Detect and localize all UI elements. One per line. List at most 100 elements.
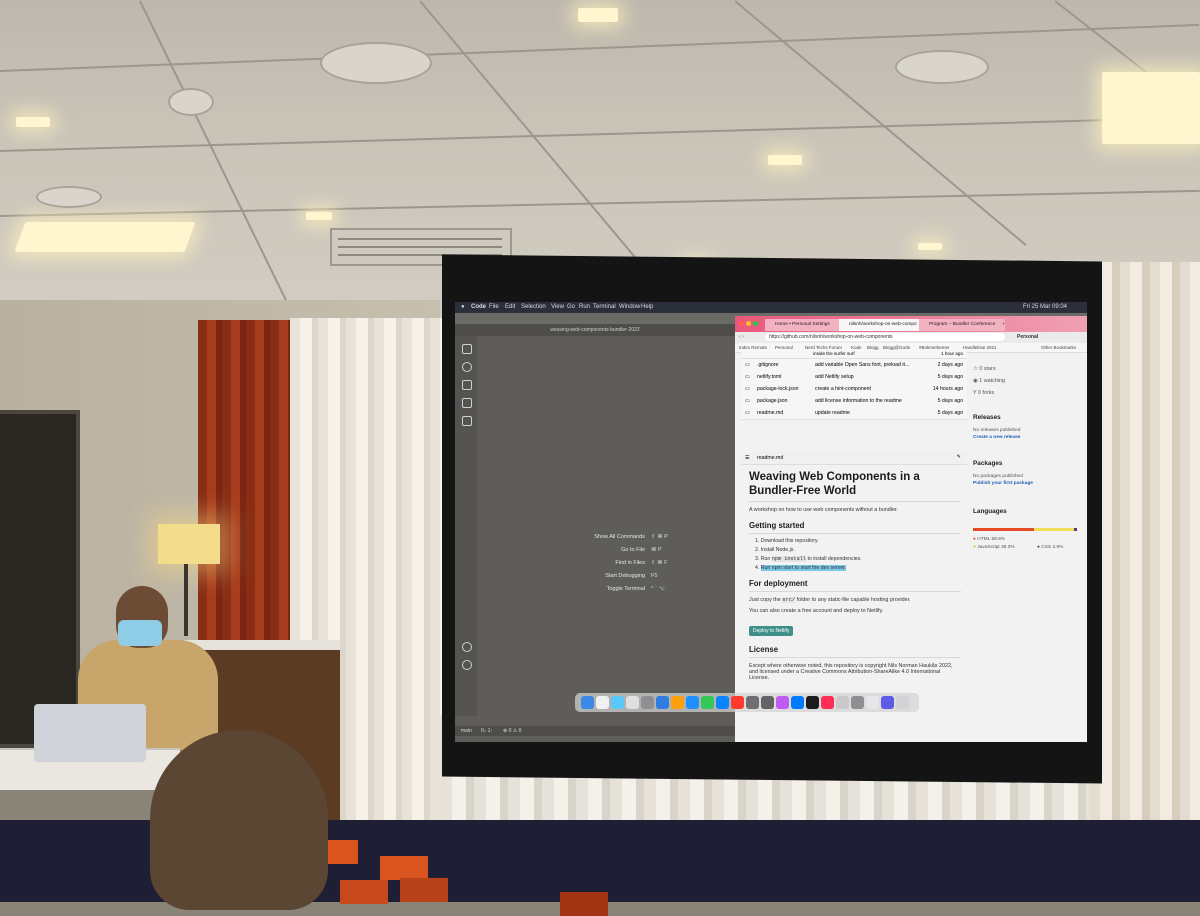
dock-app-icon[interactable] <box>686 696 699 709</box>
commit-message[interactable]: inside the surfer surf <box>813 351 855 356</box>
ceiling-light <box>768 155 802 165</box>
deploy-paragraph: Just copy the src/ folder to any static-… <box>749 597 911 603</box>
dock-app-icon[interactable] <box>791 696 804 709</box>
inline-code: npm install <box>771 556 806 562</box>
menubar-item[interactable]: Terminal <box>593 304 616 310</box>
dock-app-icon[interactable] <box>806 696 819 709</box>
menubar-item[interactable]: Selection <box>521 304 546 310</box>
menubar-item[interactable]: View <box>551 304 564 310</box>
watching-count[interactable]: ◉ 1 watching <box>973 378 1005 384</box>
extensions-icon[interactable] <box>462 416 472 426</box>
ceiling-speaker <box>895 50 989 84</box>
dock-app-icon[interactable] <box>626 696 639 709</box>
dock-app-icon[interactable] <box>581 696 594 709</box>
account-icon[interactable] <box>462 642 472 652</box>
bookmark-item[interactable]: Handleliste 2021 <box>963 345 997 350</box>
menubar-item[interactable]: Help <box>641 304 653 310</box>
shortcut-label[interactable]: Show All Commands <box>594 534 645 540</box>
menubar-item[interactable]: Edit <box>505 304 515 310</box>
dock-app-icon[interactable] <box>656 696 669 709</box>
shortcut-label[interactable]: Toggle Terminal <box>607 586 645 592</box>
dock-app-icon[interactable] <box>866 696 879 709</box>
door <box>0 410 80 748</box>
forks-count[interactable]: Y 0 forks <box>973 390 994 396</box>
dock-app-icon[interactable] <box>896 696 909 709</box>
maximize-window-icon[interactable] <box>753 321 758 326</box>
file-name[interactable]: netlify.toml <box>757 374 781 380</box>
lang-segment-css <box>1073 528 1077 531</box>
dock-app-icon[interactable] <box>611 696 624 709</box>
list-item: 1. Download this repository. <box>755 538 819 544</box>
edit-pencil-icon[interactable]: ✎ <box>957 454 961 460</box>
dock-app-icon[interactable] <box>596 696 609 709</box>
dock-app-icon[interactable] <box>731 696 744 709</box>
dock-app-icon[interactable] <box>671 696 684 709</box>
run-debug-icon[interactable] <box>462 398 472 408</box>
publish-package-link[interactable]: Publish your first package <box>973 481 1033 486</box>
close-window-icon[interactable] <box>739 321 744 326</box>
dock-app-icon[interactable] <box>761 696 774 709</box>
bookmark-item[interactable]: Index Remote <box>739 345 767 350</box>
dock-app-icon[interactable] <box>641 696 654 709</box>
browser-tab[interactable]: Program – Bundler Conference <box>919 319 1005 331</box>
readme-filename[interactable]: readme.md <box>757 455 783 461</box>
menubar-item[interactable]: Window <box>619 304 640 310</box>
file-name[interactable]: readme.md <box>757 410 783 416</box>
menubar-app[interactable]: Code <box>471 304 486 310</box>
file-name[interactable]: package.json <box>757 398 788 404</box>
bookmark-item[interactable]: Other Bookmarks <box>1041 345 1076 350</box>
dock-app-icon[interactable] <box>836 696 849 709</box>
menubar-item[interactable]: Go <box>567 304 575 310</box>
commit-message[interactable]: create a hint-component <box>815 386 871 392</box>
bookmark-item[interactable]: Kode <box>851 345 862 350</box>
file-name[interactable]: .gitignore <box>757 362 778 368</box>
browser-tab[interactable]: Home • Personal Settings <box>765 319 845 331</box>
explorer-icon[interactable] <box>462 344 472 354</box>
status-branch[interactable]: main <box>461 728 472 734</box>
commit-message[interactable]: add variable Open Sans font, preload it.… <box>815 362 909 368</box>
file-name[interactable]: package-lock.json <box>757 386 799 392</box>
status-problems[interactable]: ⊗ 0 ⚠ 0 <box>503 728 521 734</box>
bookmark-item[interactable]: Blogg <box>867 345 879 350</box>
packages-heading[interactable]: Packages <box>973 460 1003 467</box>
browser-tab-active[interactable]: nilsnh/workshop-on-web-compo <box>839 319 925 331</box>
shortcut-label[interactable]: Go to File <box>621 547 645 553</box>
bookmark-item[interactable]: Nerd Techs Forum <box>805 345 842 350</box>
dock-app-icon[interactable] <box>746 696 759 709</box>
dock-app-icon[interactable] <box>716 696 729 709</box>
shortcut-label[interactable]: Find in Files <box>615 560 645 566</box>
macos-dock <box>575 693 919 712</box>
deploy-to-netlify-button[interactable]: Deploy to Netlify <box>749 626 794 636</box>
stars-count[interactable]: ☆ 0 stars <box>973 366 996 372</box>
menubar-item[interactable]: File <box>489 304 499 310</box>
search-icon[interactable] <box>462 362 472 372</box>
bookmark-item[interactable]: Personal <box>775 345 793 350</box>
commit-time: 5 days ago <box>937 398 963 404</box>
bookmark-item[interactable]: #Bokmerkemer <box>919 345 950 350</box>
dock-app-icon[interactable] <box>776 696 789 709</box>
releases-heading[interactable]: Releases <box>973 414 1001 421</box>
dock-app-icon[interactable] <box>701 696 714 709</box>
status-sync[interactable]: 0↓ 1↑ <box>481 728 493 734</box>
file-row[interactable]: ▭ readme.md update readme 5 days ago <box>741 407 967 420</box>
back-icon[interactable]: ‹ › <box>739 334 744 340</box>
url-input[interactable]: https://github.com/nilsnh/workshop-on-we… <box>765 333 1005 341</box>
file-row-partial: inside the surfer surf 1 hour ago <box>741 351 967 359</box>
new-tab-button[interactable]: + <box>999 319 1016 331</box>
minimize-window-icon[interactable] <box>746 321 751 326</box>
create-release-link[interactable]: Create a new release <box>973 435 1020 440</box>
dock-app-icon[interactable] <box>881 696 894 709</box>
menubar-item[interactable]: Run <box>579 304 590 310</box>
commit-message[interactable]: add license information to the readme <box>815 398 902 404</box>
settings-gear-icon[interactable] <box>462 660 472 670</box>
bookmark-item[interactable]: Blogg@Gode <box>883 345 910 350</box>
ceiling-light <box>16 117 50 127</box>
dock-app-icon[interactable] <box>821 696 834 709</box>
profile-button[interactable]: Personal <box>1017 334 1038 340</box>
list-icon[interactable]: ☰ <box>745 455 750 461</box>
commit-message[interactable]: update readme <box>815 410 850 416</box>
commit-message[interactable]: add Netlify setup <box>815 374 854 380</box>
shortcut-label[interactable]: Start Debugging <box>605 573 645 579</box>
source-control-icon[interactable] <box>462 380 472 390</box>
dock-app-icon[interactable] <box>851 696 864 709</box>
